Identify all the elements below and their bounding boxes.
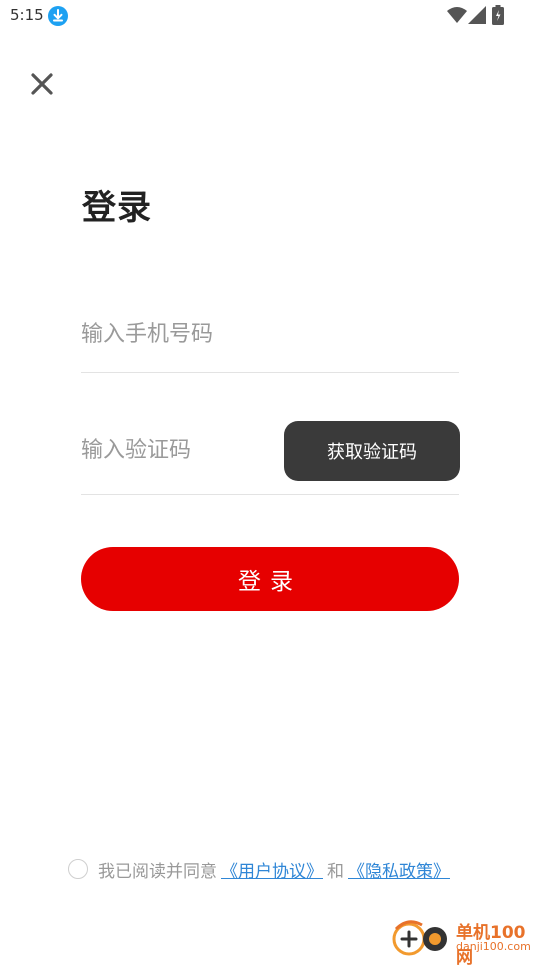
get-code-button[interactable]: 获取验证码 bbox=[284, 421, 460, 481]
agreement-connector: 和 bbox=[327, 861, 344, 882]
code-field: 获取验证码 bbox=[81, 420, 460, 495]
page-title: 登录 bbox=[82, 188, 152, 228]
phone-field bbox=[81, 304, 459, 373]
close-button[interactable] bbox=[26, 68, 58, 100]
download-icon bbox=[48, 6, 68, 26]
agreement-row: 我已阅读并同意 《用户协议》 和 《隐私政策》 bbox=[68, 856, 454, 882]
watermark: 单机100网 danji100.com bbox=[390, 915, 540, 968]
agree-checkbox[interactable] bbox=[68, 859, 88, 879]
verification-code-input[interactable] bbox=[81, 434, 271, 466]
privacy-policy-link[interactable]: 《隐私政策》 bbox=[348, 857, 450, 882]
login-button[interactable]: 登录 bbox=[81, 547, 459, 611]
watermark-logo-icon bbox=[392, 920, 447, 956]
status-time: 5:15 bbox=[10, 6, 44, 24]
status-bar: 5:15 bbox=[0, 0, 540, 32]
agreement-prefix: 我已阅读并同意 bbox=[98, 861, 217, 882]
wifi-icon bbox=[447, 7, 467, 23]
close-icon bbox=[31, 73, 53, 95]
user-agreement-link[interactable]: 《用户协议》 bbox=[221, 857, 323, 882]
battery-icon bbox=[492, 5, 504, 25]
watermark-url: danji100.com bbox=[456, 940, 531, 953]
signal-icon bbox=[468, 6, 486, 24]
phone-input[interactable] bbox=[81, 318, 459, 350]
